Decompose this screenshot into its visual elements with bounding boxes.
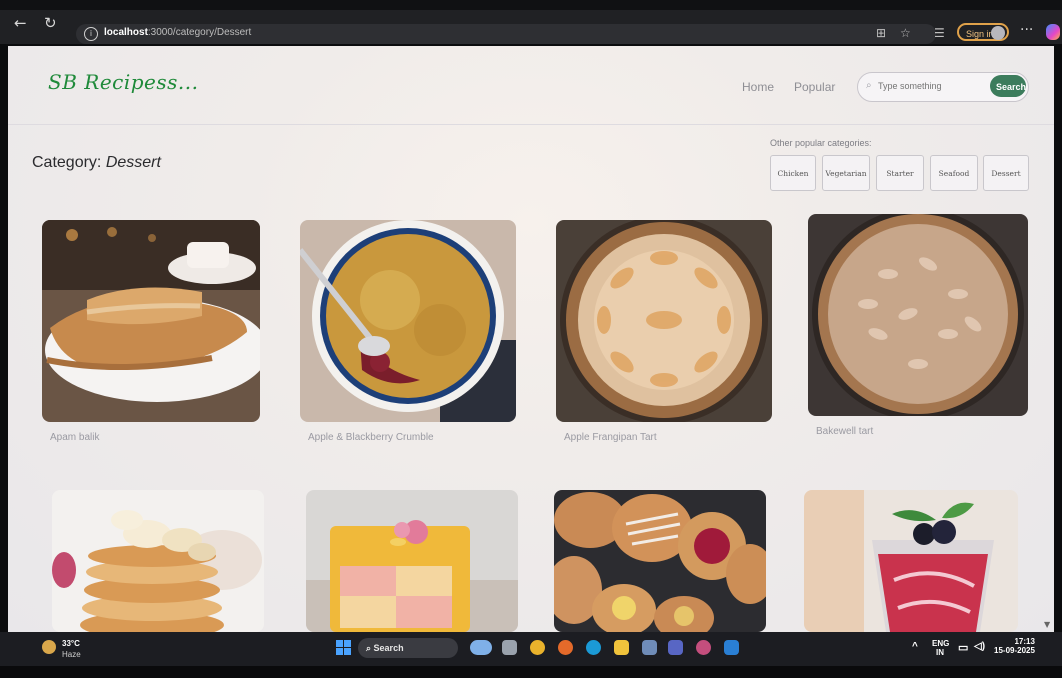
site-info-icon[interactable]: i [84, 27, 98, 41]
recipe-image[interactable] [556, 220, 772, 422]
page-title: Category: Dessert [32, 154, 161, 171]
weather-desc: Haze [62, 650, 81, 659]
reader-view-icon[interactable]: ⊞ [876, 26, 886, 40]
search-icon: ⌕ [866, 80, 872, 91]
vscode-icon[interactable] [724, 640, 739, 655]
recipe-image[interactable] [554, 490, 766, 632]
recipe-name[interactable]: Apple Frangipan Tart [564, 432, 657, 443]
app-icon-2[interactable] [696, 640, 711, 655]
recipe-name[interactable]: Apple & Blackberry Crumble [308, 432, 434, 443]
recipe-image[interactable] [306, 490, 518, 632]
category-chip-dessert[interactable]: Dessert [983, 155, 1029, 191]
recipe-image[interactable] [52, 490, 264, 632]
recipe-image[interactable] [42, 220, 260, 422]
copilot-icon[interactable] [1046, 24, 1060, 40]
network-icon[interactable]: ▭ [958, 641, 968, 654]
tray-chevron-icon[interactable]: ^ [912, 641, 918, 652]
other-categories-label: Other popular categories: [770, 138, 872, 148]
volume-icon[interactable]: ◁) [974, 641, 985, 652]
teams-icon[interactable] [668, 640, 683, 655]
favorite-star-icon[interactable]: ☆ [900, 26, 911, 40]
back-arrow-icon[interactable]: ← [14, 15, 27, 31]
language-indicator[interactable]: ENG IN [932, 639, 949, 657]
task-view-icon[interactable] [502, 640, 517, 655]
recipe-image[interactable] [300, 220, 516, 422]
search-button[interactable]: Search [990, 75, 1026, 97]
avatar [991, 26, 1005, 40]
category-chip-starter[interactable]: Starter [876, 155, 924, 191]
chrome-icon[interactable] [530, 640, 545, 655]
site-header: SB Recipess... Home Popular ⌕ Search [8, 46, 1054, 124]
recipe-image[interactable] [804, 490, 1018, 632]
file-explorer-icon[interactable] [614, 640, 629, 655]
browser-tab-strip [0, 0, 1062, 10]
address-url: localhost:3000/category/Dessert [104, 27, 252, 38]
clock[interactable]: 17:13 15-09-2025 [994, 637, 1035, 655]
address-bar[interactable]: i localhost:3000/category/Dessert [76, 24, 936, 44]
recipe-image[interactable] [808, 214, 1028, 416]
app-icon[interactable] [558, 640, 573, 655]
edge-icon[interactable] [586, 640, 601, 655]
weather-icon[interactable] [42, 640, 56, 654]
category-chip-seafood[interactable]: Seafood [930, 155, 978, 191]
nav-popular-link[interactable]: Popular [794, 80, 835, 94]
category-chip-chicken[interactable]: Chicken [770, 155, 816, 191]
sign-in-button[interactable]: Sign in [957, 23, 1009, 41]
scroll-down-icon[interactable]: ▼ [1044, 620, 1050, 629]
favorites-list-icon[interactable]: ☰ [934, 26, 945, 40]
nav-home-link[interactable]: Home [742, 80, 774, 94]
web-page: SB Recipess... Home Popular ⌕ Search Cat… [8, 46, 1054, 632]
store-icon[interactable] [642, 640, 657, 655]
header-divider [8, 124, 1054, 125]
more-menu-icon[interactable]: ··· [1020, 22, 1033, 38]
screen-bezel [0, 666, 1062, 678]
recipe-name[interactable]: Bakewell tart [816, 426, 873, 437]
category-chip-vegetarian[interactable]: Vegetarian [822, 155, 870, 191]
site-logo[interactable]: SB Recipess... [48, 70, 199, 94]
recipe-name[interactable]: Apam balik [50, 432, 99, 443]
reload-icon[interactable]: ↻ [44, 15, 57, 31]
category-name: Dessert [105, 154, 161, 171]
taskbar-search[interactable]: ⌕ Search [358, 638, 458, 658]
weather-temp: 33°C [62, 639, 80, 648]
search-input[interactable] [876, 80, 980, 92]
windows-start-icon[interactable] [336, 640, 352, 656]
widgets-icon[interactable] [470, 640, 492, 655]
